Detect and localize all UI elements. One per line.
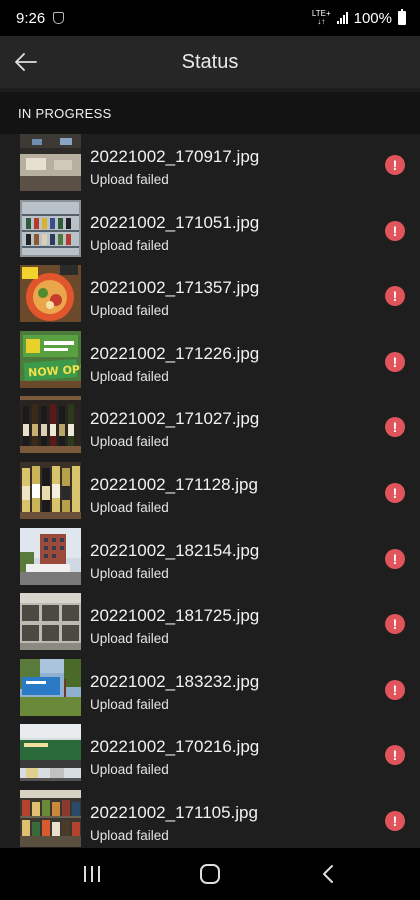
- recent-apps-button[interactable]: [52, 848, 132, 900]
- status-bar: 9:26 LTE+ ↓↑ 100%: [0, 0, 420, 36]
- back-icon: [323, 865, 333, 883]
- error-icon[interactable]: !: [385, 614, 405, 635]
- upload-list-item[interactable]: NOW OPEN! 20221002_171226.jpg Upload faile…: [0, 330, 420, 393]
- file-name: 20221002_171027.jpg: [90, 409, 260, 429]
- app-header: Status: [0, 36, 420, 88]
- upload-list-item[interactable]: 20221002_171027.jpg Upload failed!: [0, 396, 420, 458]
- system-nav-bar: [0, 848, 420, 900]
- back-button[interactable]: [8, 44, 44, 80]
- upload-list[interactable]: 20221002_170917.jpg Upload failed! 2022100…: [0, 134, 420, 848]
- page-title: Status: [181, 50, 239, 73]
- error-icon[interactable]: !: [385, 220, 405, 241]
- upload-status: Upload failed: [90, 500, 169, 515]
- status-time: 9:26: [16, 9, 46, 27]
- error-icon[interactable]: !: [385, 351, 405, 372]
- error-icon[interactable]: !: [385, 417, 405, 438]
- photo-thumbnail: [20, 724, 81, 782]
- error-icon[interactable]: !: [385, 483, 405, 503]
- photo-thumbnail: [20, 396, 81, 454]
- upload-status: Upload failed: [90, 696, 169, 712]
- upload-list-item[interactable]: 20221002_171105.jpg Upload failed!: [0, 790, 420, 848]
- upload-list-item[interactable]: 20221002_171128.jpg Upload failed!: [0, 462, 420, 524]
- photo-thumbnail: [20, 265, 81, 323]
- upload-list-item[interactable]: 20221002_170917.jpg Upload failed!: [0, 134, 420, 196]
- section-title: IN PROGRESS: [18, 105, 112, 121]
- upload-status: Upload failed: [90, 368, 169, 384]
- upload-status: Upload failed: [90, 237, 169, 253]
- upload-list-item[interactable]: 20221002_181725.jpg Upload failed!: [0, 593, 420, 655]
- upload-list-item[interactable]: 20221002_182154.jpg Upload failed!: [0, 527, 420, 590]
- upload-status: Upload failed: [90, 565, 169, 581]
- error-icon[interactable]: !: [385, 286, 405, 307]
- battery-icon: [398, 9, 406, 25]
- photo-thumbnail: [20, 134, 81, 191]
- upload-list-item[interactable]: 20221002_183232.jpg Upload failed!: [0, 658, 420, 721]
- upload-status: Upload failed: [90, 434, 169, 450]
- file-name: 20221002_170917.jpg: [90, 147, 260, 166]
- file-name: 20221002_171226.jpg: [90, 343, 260, 363]
- nav-back-button[interactable]: [288, 848, 368, 900]
- upload-status: Upload failed: [90, 303, 169, 319]
- upload-list-item[interactable]: 20221002_171357.jpg Upload failed!: [0, 265, 420, 327]
- photo-thumbnail: [20, 462, 81, 519]
- arrow-left-icon: [15, 53, 37, 71]
- network-arrows: ↓↑: [317, 17, 326, 26]
- upload-status: Upload failed: [90, 762, 169, 778]
- photo-thumbnail: [20, 199, 81, 257]
- upload-status: Upload failed: [90, 828, 169, 843]
- error-icon[interactable]: !: [385, 745, 405, 766]
- upload-status: Upload failed: [90, 172, 169, 187]
- photo-thumbnail: NOW OPEN!: [20, 330, 81, 388]
- status-indicators: LTE+ ↓↑ 100%: [312, 9, 406, 27]
- nfl-icon: [53, 12, 65, 24]
- error-icon[interactable]: !: [385, 155, 405, 175]
- file-name: 20221002_171051.jpg: [90, 212, 260, 232]
- network-indicator: LTE+ ↓↑: [312, 10, 331, 26]
- battery-percent: 100%: [353, 9, 392, 27]
- file-name: 20221002_171105.jpg: [90, 803, 258, 822]
- error-icon[interactable]: !: [385, 548, 405, 569]
- error-icon[interactable]: !: [385, 811, 405, 831]
- recent-apps-icon: [84, 866, 100, 882]
- section-header: IN PROGRESS: [0, 92, 420, 134]
- file-name: 20221002_171128.jpg: [90, 475, 258, 494]
- file-name: 20221002_171357.jpg: [90, 278, 260, 298]
- error-icon[interactable]: !: [385, 679, 405, 700]
- file-name: 20221002_181725.jpg: [90, 606, 260, 626]
- photo-thumbnail: [20, 527, 81, 585]
- signal-icon: [336, 12, 348, 24]
- photo-thumbnail: [20, 790, 81, 847]
- file-name: 20221002_170216.jpg: [90, 737, 260, 757]
- photo-thumbnail: [20, 593, 81, 651]
- upload-status: Upload failed: [90, 631, 169, 647]
- photo-thumbnail: [20, 658, 81, 716]
- home-icon: [200, 864, 220, 884]
- upload-list-item[interactable]: 20221002_171051.jpg Upload failed!: [0, 199, 420, 262]
- file-name: 20221002_183232.jpg: [90, 671, 260, 691]
- home-button[interactable]: [170, 848, 250, 900]
- file-name: 20221002_182154.jpg: [90, 540, 260, 560]
- upload-list-item[interactable]: 20221002_170216.jpg Upload failed!: [0, 724, 420, 786]
